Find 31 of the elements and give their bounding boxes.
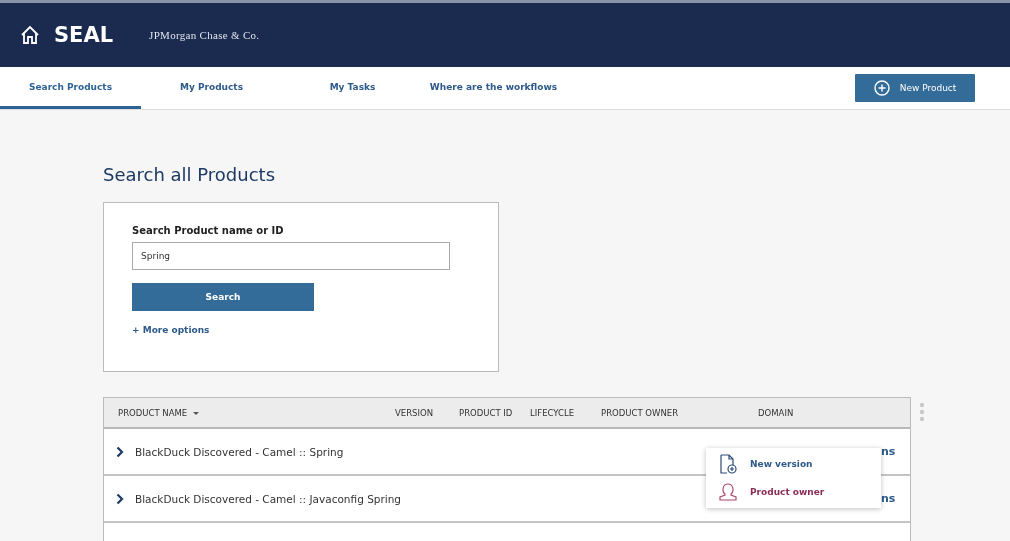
column-header[interactable]: LIFECYCLE xyxy=(530,408,575,418)
search-button[interactable]: Search xyxy=(132,283,314,311)
field-label: Search Product name or ID xyxy=(132,225,284,236)
home-icon[interactable] xyxy=(20,25,40,45)
column-header[interactable]: VERSION xyxy=(395,408,434,418)
more-options-link[interactable]: + More options xyxy=(132,325,210,335)
document-plus-icon xyxy=(718,454,738,474)
column-header[interactable]: PRODUCT OWNER xyxy=(601,408,679,418)
column-header[interactable]: PRODUCT NAME xyxy=(118,408,200,418)
actions-link[interactable]: ns xyxy=(881,492,896,505)
menu-item[interactable]: New version xyxy=(706,454,881,474)
actions-link[interactable]: ns xyxy=(881,445,896,458)
nav-tab[interactable]: My Products xyxy=(141,67,282,109)
new-product-button[interactable]: New Product xyxy=(855,74,975,102)
product-name: BlackDuck Discovered - Camel :: Javaconfig Spring xyxy=(135,492,401,505)
chevron-right-icon[interactable] xyxy=(116,492,124,505)
person-icon xyxy=(718,482,738,502)
plus-circle-icon xyxy=(873,80,890,96)
nav-tab[interactable]: Search Products xyxy=(0,67,141,109)
product-name: BlackDuck Discovered - Camel :: Spring xyxy=(135,445,344,458)
nav-tab[interactable]: Where are the workflows xyxy=(423,67,564,109)
search-field[interactable]: Spring xyxy=(132,242,450,270)
app-name: SEAL xyxy=(54,23,114,47)
column-header[interactable]: DOMAIN xyxy=(758,408,794,418)
company-logo: JPMorgan Chase & Co. xyxy=(149,29,260,41)
column-header[interactable]: PRODUCT ID xyxy=(459,408,513,418)
menu-item[interactable]: Product owner xyxy=(706,482,881,502)
page-title: Search all Products xyxy=(103,164,277,186)
sort-caret-icon xyxy=(193,411,200,415)
nav-tab[interactable]: My Tasks xyxy=(282,67,423,109)
chevron-right-icon[interactable] xyxy=(116,445,124,458)
